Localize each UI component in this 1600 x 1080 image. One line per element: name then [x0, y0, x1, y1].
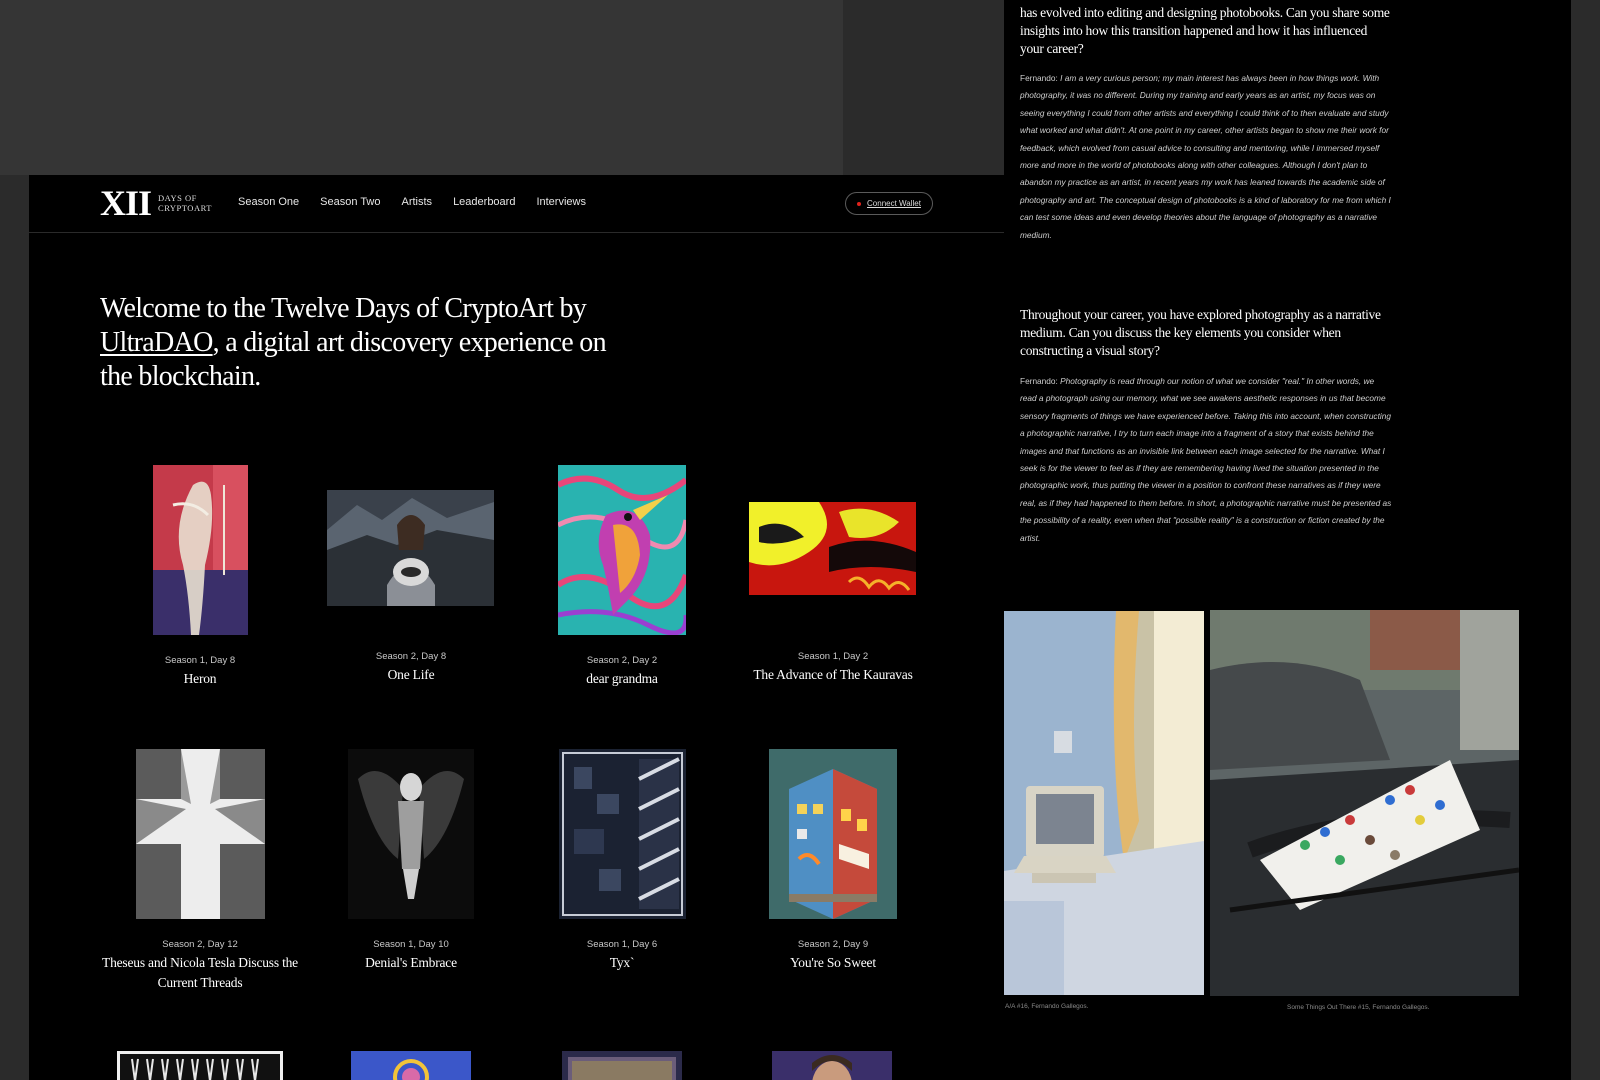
- card-meta: Season 1, Day 6: [586, 939, 658, 950]
- connect-wallet-label: Connect Wallet: [867, 199, 921, 208]
- artwork-card[interactable]: Season 1, Day 6 Tyx`: [522, 749, 722, 979]
- card-title: You're So Sweet: [790, 955, 876, 970]
- artwork-thumbnail[interactable]: [559, 749, 686, 919]
- site-logo[interactable]: XII DAYS OF CRYPTOART: [100, 183, 212, 223]
- artwork-thumbnail[interactable]: [351, 1051, 471, 1080]
- card-meta: Season 2, Day 12: [162, 939, 238, 950]
- artwork-thumbnail[interactable]: [772, 1051, 892, 1080]
- artwork-thumbnail[interactable]: [153, 465, 248, 635]
- nav-links: Season One Season Two Artists Leaderboar…: [238, 196, 607, 208]
- answer-speaker: Fernando:: [1020, 376, 1061, 386]
- card-title: Denial's Embrace: [365, 955, 457, 970]
- nav-artists[interactable]: Artists: [402, 196, 433, 208]
- interview-article: has evolved into editing and designing p…: [1004, 0, 1571, 1080]
- nav-season-two[interactable]: Season Two: [320, 196, 380, 208]
- photo-caption: Some Things Out There #15, Fernando Gall…: [1287, 1004, 1430, 1011]
- artwork-thumbnail[interactable]: [136, 749, 265, 919]
- card-meta: Season 2, Day 2: [586, 655, 658, 666]
- card-title: dear grandma: [586, 671, 658, 686]
- card-title: Heron: [183, 671, 217, 686]
- logo-subtitle: DAYS OF CRYPTOART: [158, 193, 212, 213]
- card-title: The Advance of The Kauravas: [753, 667, 913, 682]
- question-heading: has evolved into editing and designing p…: [1020, 5, 1390, 56]
- status-dot-icon: [857, 201, 862, 206]
- answer-speaker: Fernando:: [1020, 73, 1061, 83]
- artwork-card[interactable]: Season 2, Day 9 You're So Sweet: [733, 749, 933, 979]
- article-photo: [1004, 611, 1204, 995]
- nav-season-one[interactable]: Season One: [238, 196, 299, 208]
- card-meta: Season 1, Day 10: [373, 939, 449, 950]
- artwork-card[interactable]: Season 1, Day 8 Heron: [100, 465, 300, 695]
- artwork-card[interactable]: Season 2, Day 12 Theseus and Nicola Tesl…: [100, 749, 300, 999]
- artwork-thumbnail[interactable]: [117, 1051, 283, 1080]
- top-navigation: XII DAYS OF CRYPTOART Season One Season …: [29, 175, 1004, 233]
- hero-text-start: Welcome to the Twelve Days of CryptoArt …: [100, 293, 587, 324]
- artwork-thumbnail[interactable]: [558, 465, 686, 635]
- hero-heading: Welcome to the Twelve Days of CryptoArt …: [100, 292, 620, 394]
- nav-leaderboard[interactable]: Leaderboard: [453, 196, 515, 208]
- card-meta: Season 2, Day 9: [797, 939, 869, 950]
- artwork-card[interactable]: Season 2, Day 2 dear grandma: [522, 465, 722, 695]
- card-meta: Season 1, Day 2: [797, 651, 869, 662]
- backdrop-panel: [0, 0, 843, 175]
- connect-wallet-button[interactable]: Connect Wallet: [845, 192, 933, 215]
- answer-paragraph: Fernando: Photography is read through ou…: [1020, 373, 1392, 547]
- answer-paragraph: Fernando: I am a very curious person; my…: [1020, 70, 1392, 244]
- logo-mark: XII: [100, 183, 152, 223]
- artwork-card[interactable]: Season 2, Day 8 One Life: [311, 465, 511, 695]
- answer-text: I am a very curious person; my main inte…: [1020, 73, 1391, 240]
- answer-text: Photography is read through our notion o…: [1020, 376, 1392, 543]
- card-meta: Season 1, Day 8: [164, 655, 236, 666]
- artwork-card[interactable]: Season 1, Day 2 The Advance of The Kaura…: [733, 465, 933, 695]
- website-screenshot: XII DAYS OF CRYPTOART Season One Season …: [29, 175, 1004, 1080]
- artwork-thumbnail[interactable]: [327, 490, 494, 606]
- card-title: One Life: [387, 667, 435, 682]
- question-heading: Throughout your career, you have explore…: [1020, 307, 1381, 358]
- artwork-thumbnail[interactable]: [749, 502, 916, 595]
- photo-caption: A/A #16, Fernando Gallegos.: [1005, 1003, 1089, 1010]
- artwork-thumbnail[interactable]: [562, 1051, 682, 1080]
- nav-interviews[interactable]: Interviews: [536, 196, 586, 208]
- ultradao-link[interactable]: UltraDAO: [100, 327, 213, 358]
- card-title: Tyx`: [609, 955, 635, 970]
- artwork-thumbnail[interactable]: [348, 749, 474, 919]
- card-meta: Season 2, Day 8: [375, 651, 447, 662]
- backdrop-edge: [1571, 0, 1600, 1080]
- artwork-thumbnail[interactable]: [769, 749, 897, 919]
- artwork-card[interactable]: Season 1, Day 10 Denial's Embrace: [311, 749, 511, 979]
- article-photo: [1210, 610, 1519, 996]
- card-title: Theseus and Nicola Tesla Discuss the Cur…: [102, 955, 298, 990]
